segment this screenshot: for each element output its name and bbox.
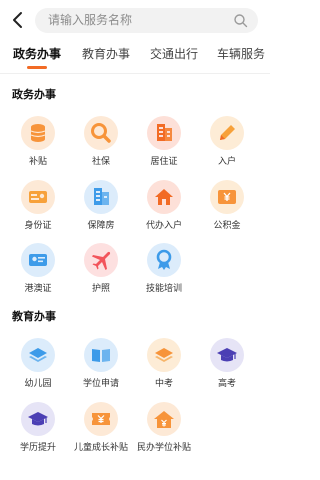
tab-transport[interactable]: 交通出行 [150,46,198,62]
tab-gov-affairs[interactable]: 政务办事 [13,46,61,62]
award-icon [147,243,181,277]
service-label: 公积金 [213,221,241,231]
service-label: 民办学位补贴 [136,443,191,453]
service-label: 学位申请 [82,379,119,389]
coins-icon [21,116,55,150]
tabs-divider [0,73,270,74]
layers-icon [21,338,55,372]
service-label: 入户 [217,157,236,167]
service-label: 学历提升 [19,443,56,453]
back-arrow-icon[interactable] [10,10,28,30]
section-title-edu: 教育办事 [12,310,56,323]
search-placeholder: 请输入服务名称 [48,13,133,27]
service-label: 居住证 [150,157,178,167]
id-card-icon [21,180,55,214]
magnifier-icon [84,116,118,150]
service-label: 中考 [154,379,173,389]
service-label: 港澳证 [24,284,52,294]
active-tab-indicator [27,66,47,69]
service-label: 护照 [91,284,110,294]
service-label: 幼儿园 [24,379,52,389]
book-icon [84,338,118,372]
service-label: 身份证 [24,221,52,231]
house-icon [147,180,181,214]
apartment-icon [84,180,118,214]
service-label: 补贴 [28,157,47,167]
stack-icon [147,338,181,372]
service-label: 保障房 [87,221,115,231]
search-input[interactable]: 请输入服务名称 [35,8,258,33]
airplane-icon [84,243,118,277]
pencil-icon [210,116,244,150]
service-label: 社保 [91,157,110,167]
ticket-icon [84,402,118,436]
service-label: 儿童成长补贴 [73,443,128,453]
graduation-cap-icon [210,338,244,372]
next-section-title-clipped [12,472,44,480]
search-icon[interactable] [233,13,248,28]
tab-education[interactable]: 教育办事 [82,46,130,62]
service-label: 代办入户 [145,221,182,231]
service-label: 技能培训 [145,284,182,294]
tab-vehicle[interactable]: 车辆服务 [217,46,265,62]
house-yuan-icon [147,402,181,436]
permit-card-icon [21,243,55,277]
service-label: 高考 [217,379,236,389]
building-icon [147,116,181,150]
top-bar: 请输入服务名称 [0,0,270,40]
mortarboard-icon [21,402,55,436]
section-title-gov: 政务办事 [12,88,56,101]
wallet-icon [210,180,244,214]
